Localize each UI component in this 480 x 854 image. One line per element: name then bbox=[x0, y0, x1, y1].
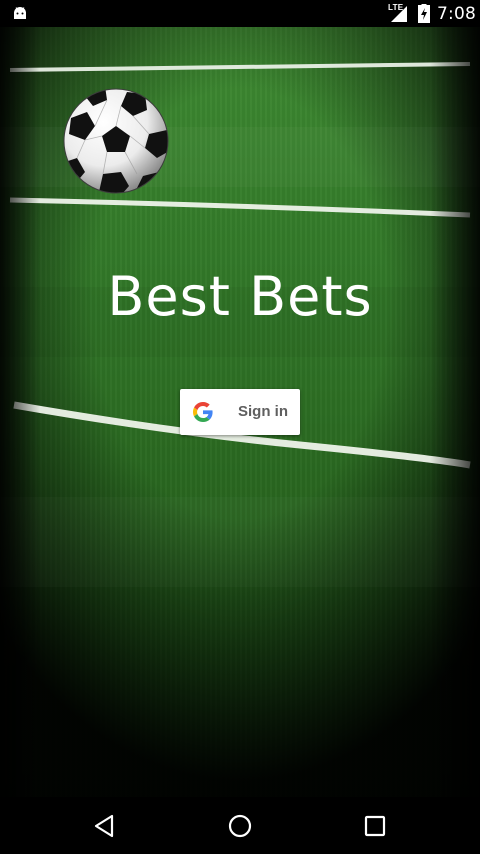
field-vignette bbox=[0, 27, 40, 797]
soccer-field-background: Best Bets Sign in bbox=[0, 27, 480, 797]
recents-square-icon[interactable] bbox=[360, 811, 390, 841]
navigation-bar bbox=[0, 797, 480, 854]
google-g-icon bbox=[193, 402, 213, 422]
soccer-ball-image bbox=[63, 88, 169, 194]
app-title: Best Bets bbox=[107, 265, 373, 328]
android-icon bbox=[14, 7, 26, 19]
status-bar: LTE 7:08 bbox=[0, 0, 480, 27]
field-vignette bbox=[430, 27, 480, 797]
signal-icon bbox=[391, 6, 407, 22]
battery-charging-icon bbox=[418, 4, 430, 23]
sign-in-label: Sign in bbox=[238, 403, 288, 420]
screen: LTE 7:08 Best Bets Sign in bbox=[0, 0, 480, 854]
google-sign-in-button[interactable]: Sign in bbox=[180, 389, 300, 435]
back-triangle-icon[interactable] bbox=[90, 811, 120, 841]
home-circle-icon[interactable] bbox=[225, 811, 255, 841]
status-clock: 7:08 bbox=[437, 4, 476, 24]
